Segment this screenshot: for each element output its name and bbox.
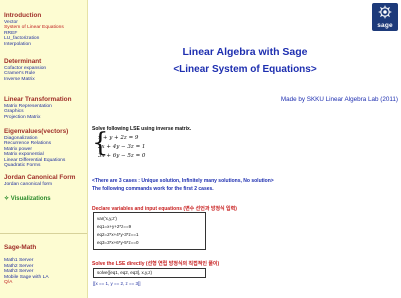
equation-3: 3x + 6y − 5z = 0	[98, 153, 146, 159]
gear-icon	[378, 5, 392, 19]
sage-logo[interactable]: sage	[372, 3, 398, 31]
equation-2: 2x + 4y − 3z = 1	[98, 144, 146, 150]
code-line: eq2=2*x+4*y-3*z==1	[97, 232, 139, 237]
sidebar-item-inverse-matrix[interactable]: Inverse Matrix	[4, 77, 46, 83]
code-cell-solve[interactable]: solve([eq1, eq2, eq3], x,y,z)	[93, 268, 206, 278]
section-title-eigenvalues: Eigenvalues(vectors)	[4, 128, 69, 135]
visualizations-link[interactable]: ✧ Visualizations	[4, 196, 51, 203]
section-title-jordan-canonical-form: Jordan Canonical Form	[4, 174, 76, 181]
code-line: var('x,y,z')	[97, 216, 117, 221]
section-title-linear-transformation: Linear Transformation	[4, 96, 72, 103]
solve-heading: Solve the LSE directly (선형 연립 방정식의 직접적인 …	[92, 261, 220, 267]
made-by-credit: Made by SKKU Linear Algebra Lab (2011)	[280, 96, 398, 103]
code-line: eq3=3*x+6*y-5*z==0	[97, 240, 139, 245]
sidebar-item-system-of-linear-equations[interactable]: System of Linear Equations	[4, 25, 64, 31]
commands-text: The following commands work for the firs…	[92, 186, 214, 192]
declare-heading: Declare variables and input equations (변…	[92, 206, 237, 212]
sidebar-item-projection-matrix[interactable]: Projection Matrix	[4, 115, 71, 121]
cases-text: <There are 3 cases : Unique solution, In…	[92, 178, 274, 184]
logo-text: sage	[377, 22, 393, 29]
section-title-determinant: Determinant	[4, 58, 42, 65]
section-title-sage-math: Sage-Math	[4, 244, 37, 251]
sidebar-item-jordan-canonical-form[interactable]: Jordan canonical form	[4, 182, 75, 188]
equation-1: x + y + 2z = 9	[98, 135, 139, 141]
page-subtitle: <Linear System of Equations>	[173, 64, 317, 75]
sidebar-item-quadratic-forms[interactable]: Quadratic Forms	[4, 163, 68, 169]
sidebar: Introduction Vector System of Linear Equ…	[0, 0, 88, 298]
code-line: eq1=x+y+2*z==9	[97, 224, 132, 229]
sidebar-item-interpolation[interactable]: Interpolation	[4, 42, 64, 48]
section-title-introduction: Introduction	[4, 12, 42, 19]
code-cell-declare[interactable]: var('x,y,z') eq1=x+y+2*z==9 eq2=2*x+4*y-…	[93, 212, 206, 250]
solve-output: [[x == 1, y == 2, z == 3]]	[93, 281, 141, 286]
sidebar-item-qa[interactable]: Q/A	[4, 280, 49, 286]
main-content: sage Linear Algebra with Sage <Linear Sy…	[89, 0, 401, 298]
code-line: solve([eq1, eq2, eq3], x,y,z)	[97, 270, 152, 275]
page-title: Linear Algebra with Sage	[182, 46, 308, 58]
sidebar-divider	[0, 233, 87, 234]
